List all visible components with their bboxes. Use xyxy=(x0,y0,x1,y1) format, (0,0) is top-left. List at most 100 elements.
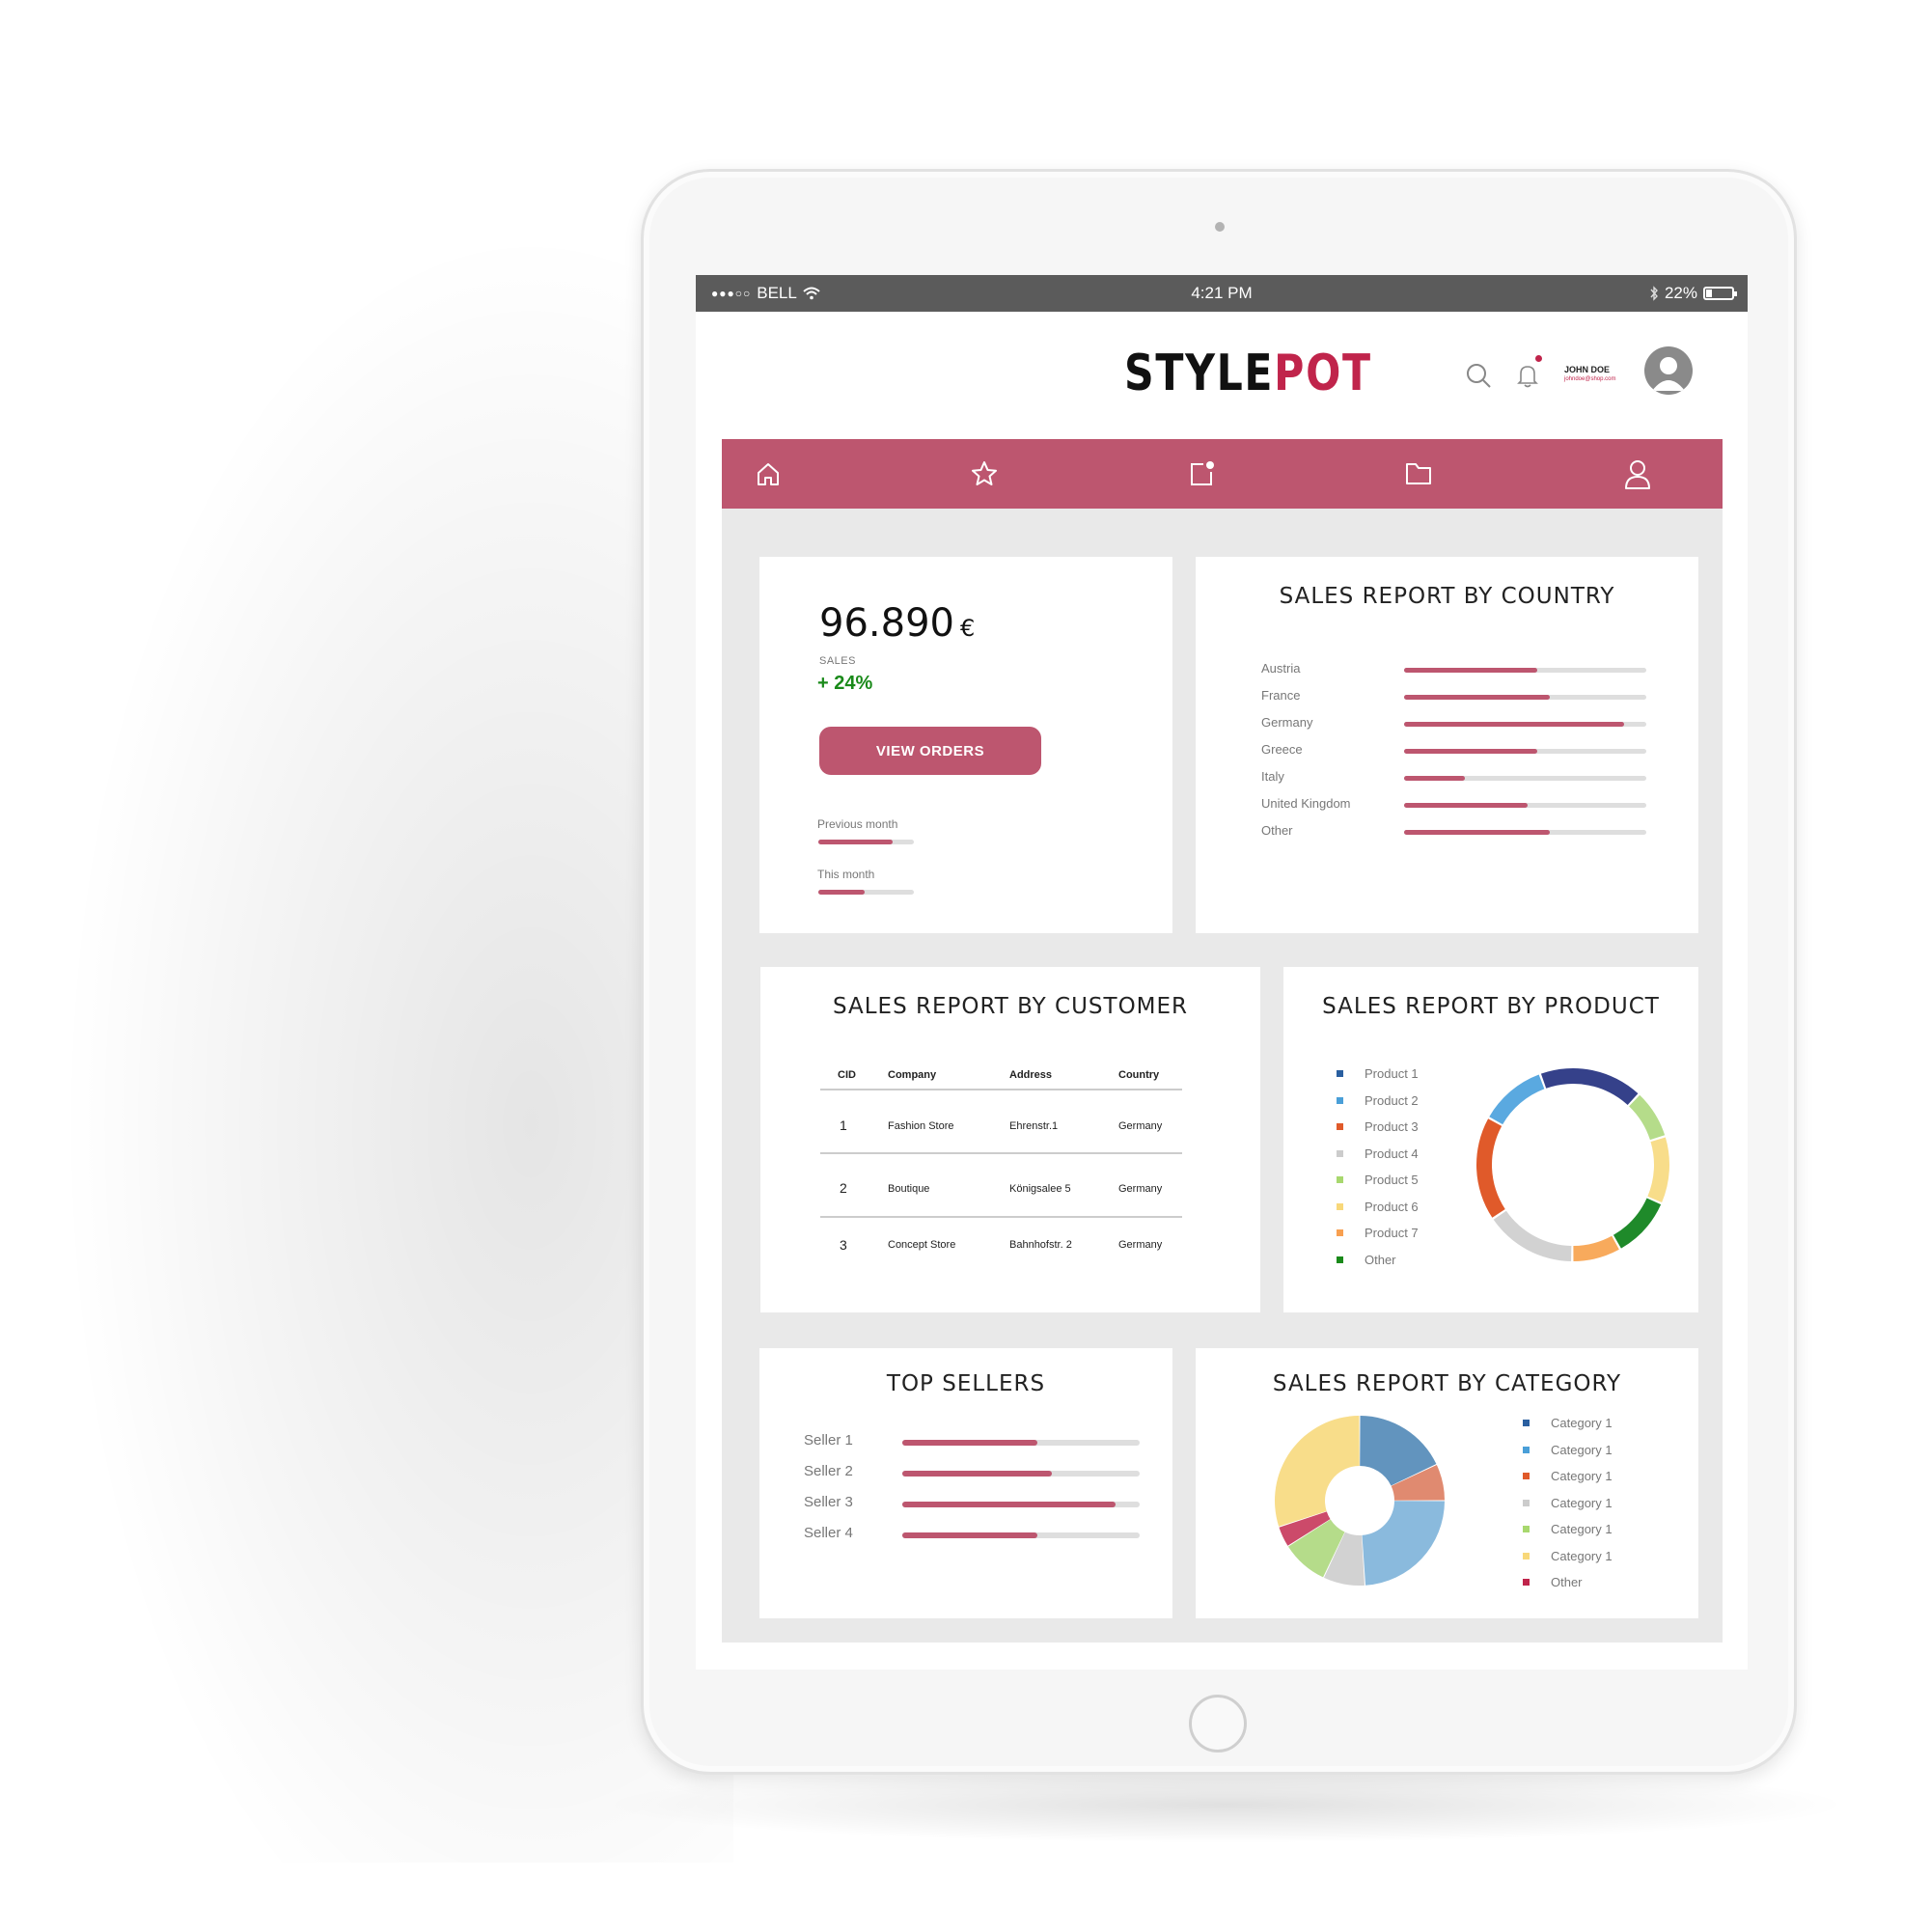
country-bar-fill xyxy=(1404,803,1528,808)
country-bar xyxy=(1404,776,1646,781)
category-report-card: SALES REPORT BY CATEGORY Category 1 Categ… xyxy=(1196,1348,1698,1618)
previous-month-label: Previous month xyxy=(817,817,898,831)
legend-swatch xyxy=(1523,1420,1530,1426)
table-cell-company: Boutique xyxy=(888,1183,930,1195)
country-label: Greece xyxy=(1261,742,1303,757)
legend-swatch xyxy=(1523,1473,1530,1479)
seller-bar-fill xyxy=(902,1440,1038,1446)
nav-folder[interactable] xyxy=(1399,455,1438,493)
bell-icon[interactable] xyxy=(1514,362,1541,389)
notes-icon xyxy=(1191,461,1214,485)
legend-label: Category 1 xyxy=(1551,1416,1613,1430)
country-bar-fill xyxy=(1404,776,1465,781)
legend-item: Category 1 xyxy=(1523,1416,1613,1430)
home-button[interactable] xyxy=(1189,1695,1247,1753)
logo-part-1: STYLE xyxy=(1124,345,1275,402)
nav-notes[interactable] xyxy=(1182,455,1221,493)
sales-amount-value: 96.890 xyxy=(819,601,954,646)
search-icon[interactable] xyxy=(1465,362,1492,389)
legend-label: Category 1 xyxy=(1551,1469,1613,1483)
legend-swatch xyxy=(1337,1123,1343,1130)
status-right: 22% xyxy=(1649,284,1737,303)
seller-label: Seller 3 xyxy=(804,1494,853,1510)
nav-profile[interactable] xyxy=(1618,455,1657,493)
nav-bar xyxy=(722,439,1723,509)
table-header-country: Country xyxy=(1118,1069,1160,1081)
seller-bar-fill xyxy=(902,1502,1117,1507)
donut-slice xyxy=(1573,1235,1619,1261)
country-label: United Kingdom xyxy=(1261,796,1351,811)
avatar[interactable] xyxy=(1644,346,1693,395)
country-bar xyxy=(1404,830,1646,835)
seller-bar-fill xyxy=(902,1471,1052,1477)
user-email: johndoe@shop.com xyxy=(1564,376,1616,382)
country-bar xyxy=(1404,749,1646,754)
legend-label: Other xyxy=(1551,1575,1583,1589)
home-icon xyxy=(758,463,779,485)
legend-label: Category 1 xyxy=(1551,1548,1613,1563)
legend-label: Product 1 xyxy=(1365,1066,1419,1081)
legend-item: Product 5 xyxy=(1337,1173,1419,1187)
previous-month-bar-fill xyxy=(818,840,894,844)
dashboard-content: 96.890 € SALES + 24% VIEW ORDERS Previous… xyxy=(722,509,1723,1642)
nav-favorites[interactable] xyxy=(965,455,1004,493)
country-label: Germany xyxy=(1261,715,1313,730)
legend-item: Other xyxy=(1337,1253,1396,1267)
legend-swatch xyxy=(1523,1579,1530,1586)
seller-bar-fill xyxy=(902,1532,1038,1538)
country-bar xyxy=(1404,803,1646,808)
country-bar xyxy=(1404,722,1646,727)
nav-home[interactable] xyxy=(749,455,787,493)
this-month-bar xyxy=(818,890,914,895)
country-label: France xyxy=(1261,688,1301,703)
donut-slice xyxy=(1540,1068,1639,1105)
status-time: 4:21 PM xyxy=(1191,284,1253,302)
sales-label: SALES xyxy=(819,655,856,667)
donut-slice xyxy=(1476,1118,1505,1218)
currency-symbol: € xyxy=(959,615,976,642)
seller-label: Seller 1 xyxy=(804,1432,853,1449)
table-header-cid: CID xyxy=(838,1069,856,1081)
logo-part-2: POT xyxy=(1274,345,1372,402)
user-name[interactable]: JOHN DOE xyxy=(1564,365,1610,374)
this-month-bar-fill xyxy=(818,890,865,895)
top-sellers-title: TOP SELLERS xyxy=(886,1371,1046,1396)
legend-item: Product 2 xyxy=(1337,1093,1419,1108)
legend-label: Other xyxy=(1365,1252,1396,1267)
legend-swatch xyxy=(1337,1202,1343,1210)
country-report-title: SALES REPORT BY COUNTRY xyxy=(1279,584,1615,609)
legend-swatch xyxy=(1523,1499,1530,1506)
donut-slice xyxy=(1489,1074,1545,1125)
sales-amount: 96.890 € xyxy=(819,601,975,646)
legend-label: Product 3 xyxy=(1365,1119,1419,1134)
seller-label: Seller 4 xyxy=(804,1525,853,1541)
country-report-card: SALES REPORT BY COUNTRY Austria France Ger… xyxy=(1196,557,1698,933)
legend-item: Product 1 xyxy=(1337,1066,1419,1081)
logo[interactable]: STYLEPOT xyxy=(1124,345,1372,402)
table-cell-cid: 3 xyxy=(840,1237,847,1253)
legend-item: Product 4 xyxy=(1337,1146,1419,1161)
legend-swatch xyxy=(1337,1149,1343,1157)
legend-item: Category 1 xyxy=(1523,1496,1613,1510)
legend-swatch xyxy=(1523,1446,1530,1453)
table-cell-address: Bahnhofstr. 2 xyxy=(1009,1239,1072,1251)
product-report-title: SALES REPORT BY PRODUCT xyxy=(1322,994,1660,1019)
country-bar-fill xyxy=(1404,830,1550,835)
table-cell-address: Königsalee 5 xyxy=(1009,1183,1071,1195)
sales-growth: + 24% xyxy=(817,673,873,694)
category-report-title: SALES REPORT BY CATEGORY xyxy=(1272,1371,1622,1396)
country-label: Italy xyxy=(1261,769,1284,784)
previous-month-bar xyxy=(818,840,914,844)
seller-bar xyxy=(902,1440,1140,1446)
battery-percent: 22% xyxy=(1664,284,1697,302)
legend-label: Product 7 xyxy=(1365,1226,1419,1240)
battery-icon xyxy=(1703,287,1737,300)
app-header: STYLEPOT JOHN DOE johndoe@shop.com xyxy=(696,312,1748,437)
country-label: Other xyxy=(1261,823,1293,838)
donut-slice xyxy=(1629,1094,1666,1141)
donut-slice xyxy=(1647,1137,1669,1202)
view-orders-button[interactable]: VIEW ORDERS xyxy=(819,727,1041,775)
legend-item: Category 1 xyxy=(1523,1549,1613,1563)
country-label: Austria xyxy=(1261,661,1301,676)
table-header-company: Company xyxy=(888,1069,937,1081)
